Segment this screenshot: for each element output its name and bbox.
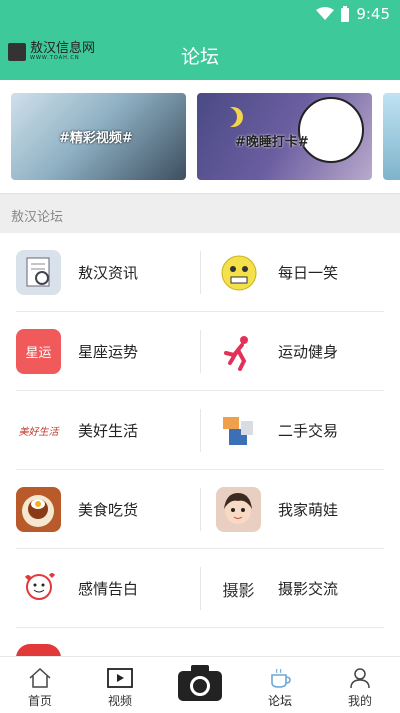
forum-label: 美好生活 — [78, 420, 138, 441]
tab-label: 首页 — [28, 692, 52, 709]
cell-divider — [200, 330, 201, 373]
heart-icon — [16, 566, 61, 611]
trade-icon — [216, 408, 261, 453]
forum-item-joke[interactable]: 每日一笑 — [216, 233, 400, 312]
banner-night-checkin[interactable]: #晚睡打卡# — [197, 93, 372, 180]
battery-icon — [340, 6, 350, 22]
home-icon — [28, 667, 52, 689]
wifi-icon — [316, 7, 334, 21]
constellation-icon: 星运 — [16, 329, 61, 374]
forum-item-second-hand[interactable]: 二手交易 — [216, 391, 400, 470]
tab-home[interactable]: 首页 — [0, 657, 80, 713]
tab-label: 我的 — [348, 692, 372, 709]
status-icons: 9:45 — [316, 5, 390, 23]
forum-item-food[interactable]: 美食吃货 — [16, 470, 200, 549]
photo-icon-text: 摄影 — [222, 577, 254, 601]
page-title: 论坛 — [0, 42, 400, 69]
baby-icon — [216, 487, 261, 532]
user-icon — [348, 667, 372, 689]
banner-label: #晚睡打卡# — [235, 131, 309, 150]
forum-row-partial — [16, 628, 384, 658]
status-time: 9:45 — [356, 5, 390, 23]
banner-label: #精彩视频# — [59, 127, 133, 146]
cell-divider — [200, 488, 201, 531]
tab-mine[interactable]: 我的 — [320, 657, 400, 713]
forum-label: 每日一笑 — [278, 262, 338, 283]
smiley-icon — [216, 250, 261, 295]
runner-icon — [216, 329, 261, 374]
section-title: 敖汉论坛 — [11, 206, 63, 225]
banner-carousel[interactable]: #精彩视频# #晚睡打卡# — [0, 80, 400, 193]
forum-row: 美食吃货 我家萌娃 — [16, 470, 384, 549]
forum-grid: 敖汉资讯 每日一笑 星运 星座运势 运动健身 美好生活 — [0, 233, 400, 658]
forum-item-horoscope[interactable]: 星运 星座运势 — [16, 312, 200, 391]
forum-label: 敖汉资讯 — [78, 262, 138, 283]
forum-label: 二手交易 — [278, 420, 338, 441]
forum-row: 星运 星座运势 运动健身 — [16, 312, 384, 391]
app-header: 敖汉信息网 WWW.TOAH.CN 论坛 — [0, 28, 400, 80]
tab-video[interactable]: 视频 — [80, 657, 160, 713]
forum-label: 美食吃货 — [78, 499, 138, 520]
camera-icon[interactable] — [178, 671, 222, 701]
forum-label: 星座运势 — [78, 341, 138, 362]
good-life-icon: 美好生活 — [16, 408, 61, 453]
moon-icon — [217, 107, 237, 127]
good-life-icon-text: 美好生活 — [19, 423, 59, 438]
forum-label: 运动健身 — [278, 341, 338, 362]
forum-label: 摄影交流 — [278, 578, 338, 599]
banner-video[interactable]: #精彩视频# — [11, 93, 186, 180]
cell-divider — [200, 409, 201, 452]
constellation-icon-text: 星运 — [25, 342, 51, 361]
section-header: 敖汉论坛 — [0, 193, 400, 233]
forum-item-partial[interactable] — [16, 628, 200, 658]
newspaper-icon — [16, 250, 61, 295]
banner-partial[interactable] — [383, 93, 400, 180]
tab-label: 视频 — [108, 692, 132, 709]
forum-item-baby[interactable]: 我家萌娃 — [216, 470, 400, 549]
forum-label: 感情告白 — [78, 578, 138, 599]
forum-item-news[interactable]: 敖汉资讯 — [16, 233, 200, 312]
coffee-icon — [268, 667, 292, 689]
forum-label: 我家萌娃 — [278, 499, 338, 520]
photo-icon: 摄影 — [216, 566, 261, 611]
cell-divider — [200, 567, 201, 610]
forum-row: 感情告白 摄影 摄影交流 — [16, 549, 384, 628]
forum-item-confession[interactable]: 感情告白 — [16, 549, 200, 628]
clock-icon — [298, 97, 364, 163]
cell-divider — [200, 251, 201, 294]
forum-row: 美好生活 美好生活 二手交易 — [16, 391, 384, 470]
video-icon — [107, 667, 133, 689]
tab-forum[interactable]: 论坛 — [240, 657, 320, 713]
forum-item-fitness[interactable]: 运动健身 — [216, 312, 400, 391]
status-bar: 9:45 — [0, 0, 400, 28]
forum-item-photography[interactable]: 摄影 摄影交流 — [216, 549, 400, 628]
forum-item-good-life[interactable]: 美好生活 美好生活 — [16, 391, 200, 470]
food-icon — [16, 487, 61, 532]
bottom-nav: 首页 视频 论坛 我的 — [0, 656, 400, 712]
tab-label: 论坛 — [268, 692, 292, 709]
forum-row: 敖汉资讯 每日一笑 — [16, 233, 384, 312]
